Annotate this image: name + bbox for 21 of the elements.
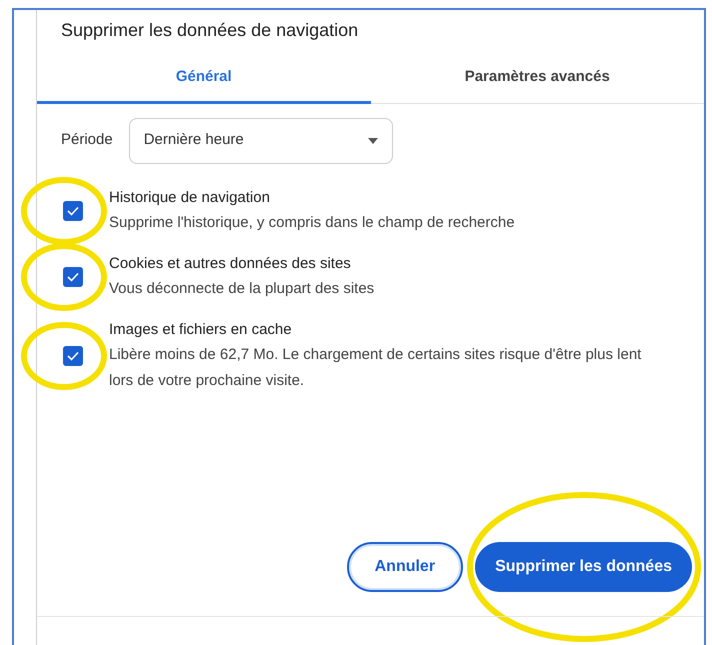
dropdown-value: Dernière heure: [144, 130, 244, 150]
dialog-title: Supprimer les données de navigation: [60, 19, 360, 42]
check-icon: [67, 272, 79, 282]
checkbox[interactable]: [63, 346, 83, 366]
caret-icon: [368, 138, 378, 144]
period-dropdown[interactable]: Dernière heure: [128, 118, 393, 164]
option-title: Images et fichiers en cache: [109, 320, 293, 340]
tab[interactable]: Général: [37, 60, 370, 104]
checkbox[interactable]: [63, 200, 83, 220]
option-title: Historique de navigation: [109, 188, 271, 208]
checkbox[interactable]: [63, 266, 83, 286]
cancel-button[interactable]: Annuler: [346, 542, 464, 592]
option-title: Cookies et autres données des sites: [109, 254, 352, 274]
option-description: Vous déconnecte de la plupart des sites: [109, 278, 374, 298]
tab[interactable]: Paramètres avancés: [370, 60, 704, 104]
option-description: Libère moins de 62,7 Mo. Le chargement de certains sites risque d'être plus lent lors de votre prochaine visite.: [109, 344, 642, 390]
check-icon: [67, 206, 79, 216]
period-label: Période: [61, 130, 113, 150]
option-description: Supprime l'historique, y compris dans le champ de recherche: [109, 212, 515, 232]
delete-button[interactable]: Supprimer les données: [475, 542, 692, 592]
check-icon: [67, 350, 79, 360]
